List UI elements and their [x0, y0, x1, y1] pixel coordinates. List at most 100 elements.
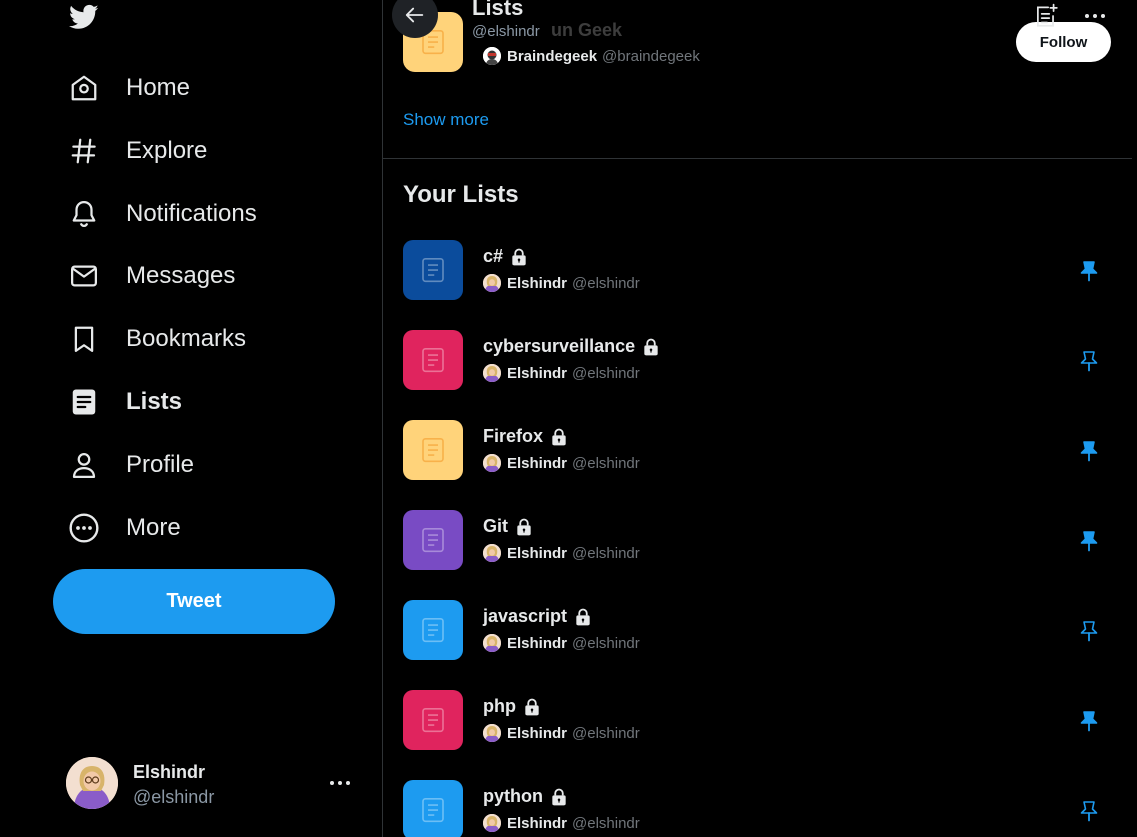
lock-icon: [509, 247, 529, 267]
owner-name: Braindegeek: [507, 47, 598, 65]
back-arrow-icon[interactable]: [392, 0, 438, 38]
new-list-icon[interactable]: [1031, 2, 1061, 30]
nav-messages[interactable]: Messages: [66, 252, 235, 300]
owner-avatar: [483, 274, 501, 292]
twitter-logo-icon[interactable]: [66, 2, 104, 34]
owner-name: Elshindr: [507, 724, 568, 742]
list-name-wrap: Firefox: [483, 426, 569, 447]
list-name-wrap: Git: [483, 516, 534, 537]
nav-lists[interactable]: Lists: [66, 378, 182, 426]
nav-profile-label: Profile: [126, 451, 195, 478]
list-item[interactable]: Git Elshindr @elshindr: [383, 510, 1132, 600]
nav-notifications[interactable]: Notifications: [66, 190, 257, 238]
nav-home-label: Home: [126, 74, 191, 101]
owner-name: Elshindr: [507, 364, 568, 382]
list-icon: [403, 420, 463, 480]
list-name: python: [483, 786, 543, 806]
owner-avatar: [483, 814, 501, 832]
list-item[interactable]: python Elshindr @elshindr: [383, 780, 1132, 837]
section-divider: [383, 158, 1132, 159]
list-owner: Elshindr @elshindr: [483, 274, 640, 292]
list-item[interactable]: javascript Elshindr @elshindr: [383, 600, 1132, 690]
owner-avatar: [483, 364, 501, 382]
list-owner: Elshindr @elshindr: [483, 544, 640, 562]
nav-more[interactable]: More: [66, 504, 181, 552]
owner-handle: @elshindr: [572, 634, 640, 652]
pinned-icon[interactable]: [1073, 258, 1105, 284]
nav-profile[interactable]: Profile: [66, 441, 194, 489]
owner-handle: @elshindr: [572, 724, 640, 742]
pin-icon[interactable]: [1073, 618, 1105, 644]
list-icon: [403, 240, 463, 300]
envelope-icon: [66, 258, 102, 294]
nav-home[interactable]: Home: [66, 64, 190, 112]
bell-icon: [66, 196, 102, 232]
person-icon: [66, 447, 102, 483]
list-name-wrap: php: [483, 696, 542, 717]
lock-icon: [514, 517, 534, 537]
lock-icon: [522, 697, 542, 717]
ellipsis-icon[interactable]: [326, 771, 354, 795]
list-name-wrap: c#: [483, 246, 529, 267]
your-lists-heading: Your Lists: [403, 181, 519, 208]
nav-bookmarks[interactable]: Bookmarks: [66, 315, 246, 363]
list-name: cybersurveillance: [483, 336, 636, 356]
owner-name: Elshindr: [507, 634, 568, 652]
account-switcher[interactable]: Elshindr @elshindr: [66, 757, 366, 813]
nav-explore-label: Explore: [126, 137, 208, 164]
owner-avatar: [483, 724, 501, 742]
more-circle-icon: [66, 510, 102, 546]
list-name-wrap: cybersurveillance: [483, 336, 661, 357]
list-item[interactable]: c# Elshindr @elshindr: [383, 240, 1132, 330]
list-icon: [403, 330, 463, 390]
list-icon: [403, 780, 463, 837]
list-icon: [403, 510, 463, 570]
suggested-list-owner: Braindegeek @braindegeek: [483, 47, 700, 65]
list-name: javascript: [483, 606, 568, 626]
list-owner: Elshindr @elshindr: [483, 814, 640, 832]
nav-messages-label: Messages: [126, 262, 236, 289]
list-icon: [403, 600, 463, 660]
owner-handle: @elshindr: [572, 544, 640, 562]
show-more-link[interactable]: Show more: [403, 110, 489, 130]
account-handle: @elshindr: [133, 787, 215, 807]
home-icon: [66, 70, 102, 106]
owner-name: Elshindr: [507, 544, 568, 562]
more-icon[interactable]: [1080, 4, 1110, 28]
tweet-button[interactable]: Tweet: [53, 569, 335, 634]
list-item[interactable]: php Elshindr @elshindr: [383, 690, 1132, 780]
owner-handle: @braindegeek: [602, 47, 700, 65]
nav-bookmarks-label: Bookmarks: [126, 325, 247, 352]
pinned-icon[interactable]: [1073, 438, 1105, 464]
pin-icon[interactable]: [1073, 348, 1105, 374]
list-owner: Elshindr @elshindr: [483, 724, 640, 742]
list-name: Git: [483, 516, 508, 536]
list-name-wrap: javascript: [483, 606, 593, 627]
page-subtitle: @elshindr: [472, 23, 540, 40]
list-icon: [403, 690, 463, 750]
list-name: c#: [483, 246, 504, 266]
pinned-icon[interactable]: [1073, 528, 1105, 554]
list-name-wrap: python: [483, 786, 569, 807]
nav-notifications-label: Notifications: [126, 200, 257, 227]
pinned-icon[interactable]: [1073, 708, 1105, 734]
owner-name: Elshindr: [507, 814, 568, 832]
page-header: Lists @elshindr: [383, 0, 1132, 46]
bookmark-icon: [66, 321, 102, 357]
list-owner: Elshindr @elshindr: [483, 454, 640, 472]
lock-icon: [573, 607, 593, 627]
nav-lists-label: Lists: [126, 388, 183, 415]
nav-explore[interactable]: Explore: [66, 127, 207, 175]
lock-icon: [549, 787, 569, 807]
owner-name: Elshindr: [507, 274, 568, 292]
lists-icon: [66, 384, 102, 420]
account-name: Elshindr: [133, 762, 206, 782]
owner-name: Elshindr: [507, 454, 568, 472]
owner-avatar: [483, 634, 501, 652]
nav-more-label: More: [126, 514, 181, 541]
list-item[interactable]: Firefox Elshindr @elshindr: [383, 420, 1132, 510]
list-owner: Elshindr @elshindr: [483, 634, 640, 652]
pin-icon[interactable]: [1073, 798, 1105, 824]
list-owner: Elshindr @elshindr: [483, 364, 640, 382]
list-item[interactable]: cybersurveillance Elshindr @elshindr: [383, 330, 1132, 420]
